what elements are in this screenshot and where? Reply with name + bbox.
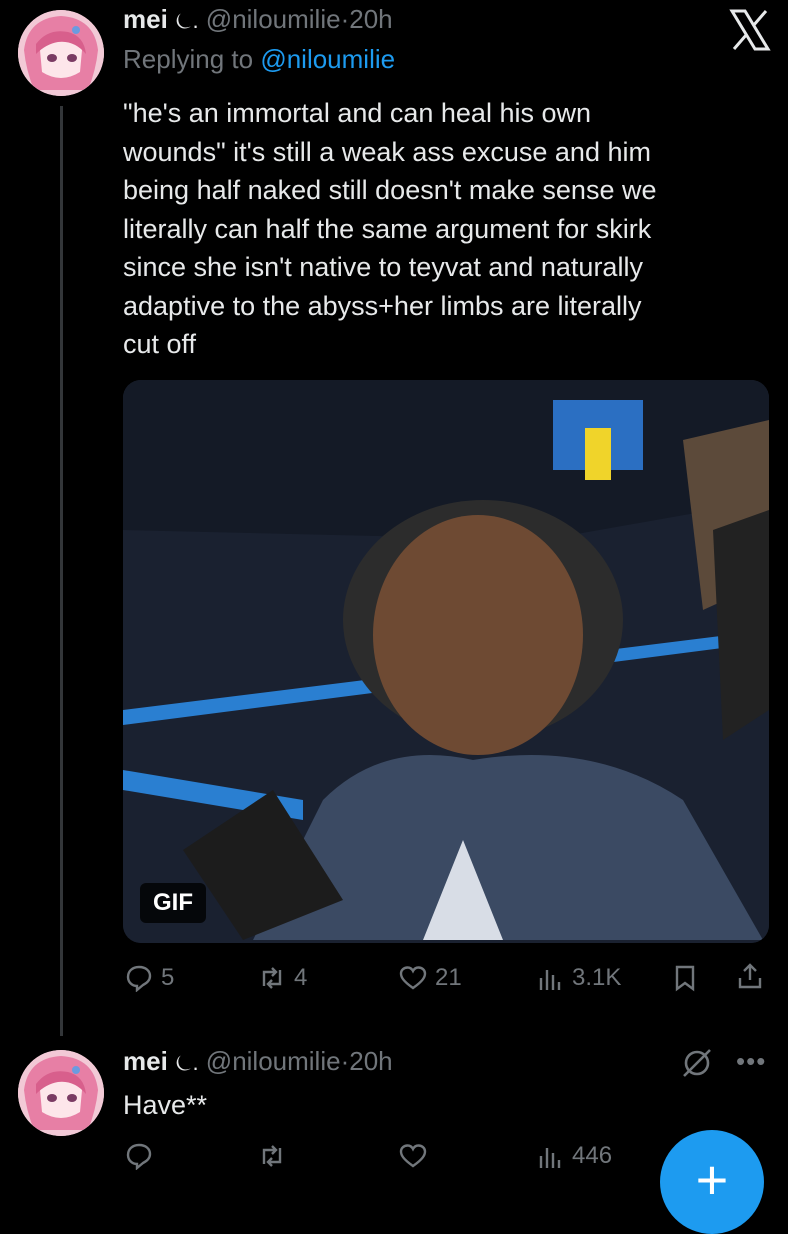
x-logo-icon: [728, 8, 772, 52]
tweet-header: mei ⏾. @niloumilie·20h: [123, 4, 393, 35]
tweet-header: mei ⏾. @niloumilie·20h: [123, 1046, 393, 1077]
heart-icon: [399, 966, 427, 990]
tweet-text-line: adaptive to the abyss+her limbs are lite…: [123, 290, 642, 321]
replying-to-handle[interactable]: @niloumilie: [260, 44, 395, 74]
tweet-text-line: since she isn't native to teyvat and nat…: [123, 252, 643, 282]
user-handle[interactable]: @niloumilie: [206, 1046, 341, 1076]
compose-button[interactable]: +: [660, 1130, 764, 1234]
timestamp[interactable]: 20h: [349, 4, 392, 34]
gif-badge: GIF: [140, 883, 206, 923]
tweet-text: "he's an immortal and can heal his own w…: [123, 94, 763, 364]
like-button[interactable]: [399, 1142, 427, 1170]
avatar[interactable]: [18, 10, 104, 96]
separator-dot: ·: [340, 1046, 350, 1076]
bookmark-button[interactable]: [671, 964, 699, 992]
replying-to: Replying to @niloumilie: [123, 44, 395, 75]
tweet-text-line: being half naked still doesn't make sens…: [123, 175, 657, 205]
reply-button[interactable]: [125, 1142, 153, 1170]
separator-dot: ·: [340, 4, 350, 34]
tweet-text: Have**: [123, 1090, 208, 1120]
retweet-icon: [262, 1145, 282, 1167]
timestamp[interactable]: 20h: [349, 1046, 392, 1076]
plus-icon: +: [695, 1148, 729, 1211]
name-moon-emoji: ⏾.: [175, 1050, 199, 1075]
views-button[interactable]: 446: [536, 1142, 612, 1170]
retweet-icon: [262, 967, 282, 989]
bar-chart-icon: [539, 1148, 561, 1168]
display-name[interactable]: mei: [123, 4, 168, 34]
tweet-text-line: wounds" it's still a weak ass excuse and…: [123, 136, 651, 167]
like-count: 21: [435, 964, 462, 991]
retweet-count: 4: [294, 964, 308, 991]
replying-to-label: Replying to: [123, 44, 254, 74]
bar-chart-icon: [539, 970, 561, 990]
views-count: 3.1K: [572, 964, 622, 991]
views-button[interactable]: 3.1K: [536, 964, 621, 992]
user-handle[interactable]: @niloumilie: [206, 4, 341, 34]
tweet-text-line: cut off: [123, 329, 197, 359]
avatar[interactable]: [18, 1050, 104, 1136]
gif-media[interactable]: [123, 380, 769, 943]
more-dots-icon[interactable]: •••: [736, 1046, 766, 1077]
retweet-button[interactable]: [258, 1142, 286, 1170]
speech-bubble-icon: [126, 1143, 152, 1170]
share-button[interactable]: [736, 962, 764, 990]
share-icon: [738, 963, 762, 989]
display-name[interactable]: mei: [123, 1046, 168, 1076]
speech-bubble-icon: [126, 965, 152, 992]
retweet-button[interactable]: 4: [258, 964, 307, 992]
name-moon-emoji: ⏾.: [175, 8, 199, 33]
bookmark-icon: [675, 965, 695, 992]
reply-count: 5: [161, 964, 175, 991]
views-count: 446: [572, 1142, 613, 1169]
heart-icon: [399, 1144, 427, 1168]
tweet-text-line: literally can half the same argument for…: [123, 213, 652, 244]
grok-icon[interactable]: [680, 1046, 714, 1080]
like-button[interactable]: 21: [399, 964, 462, 992]
tweet-text-line: "he's an immortal and can heal his own: [123, 98, 591, 128]
reply-button[interactable]: 5: [125, 964, 174, 992]
thread-connector-line: [60, 106, 63, 1036]
